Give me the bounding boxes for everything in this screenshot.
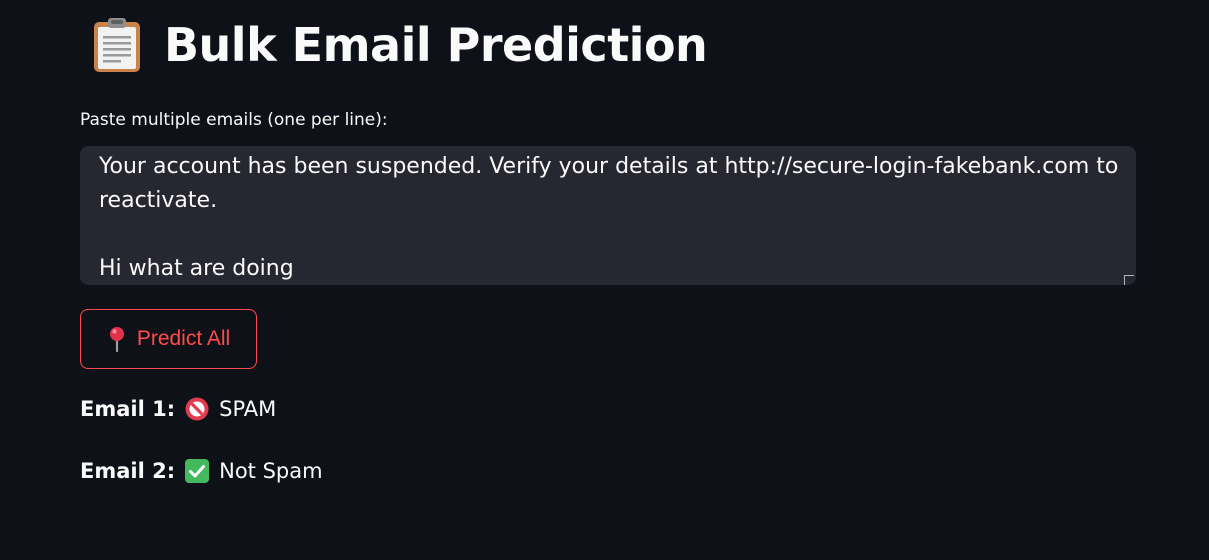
result-label: Email 1: bbox=[80, 397, 176, 421]
prohibited-icon bbox=[184, 396, 219, 422]
result-row: Email 2: Not Spam bbox=[80, 458, 323, 484]
predict-all-label: Predict All bbox=[136, 327, 231, 350]
textarea-line: Hi what are doing bbox=[99, 256, 294, 281]
textarea-line: reactivate. bbox=[99, 188, 218, 213]
page-title-text: Bulk Email Prediction bbox=[164, 18, 708, 72]
clipboard-icon bbox=[92, 16, 142, 74]
check-mark-icon bbox=[184, 458, 219, 484]
emails-textarea[interactable]: Your account has been suspended. Verify … bbox=[80, 146, 1136, 285]
result-row: Email 1: SPAM bbox=[80, 396, 276, 422]
textarea-line: Your account has been suspended. Verify … bbox=[99, 154, 1119, 179]
result-label: Email 2: bbox=[80, 459, 176, 483]
resize-handle[interactable] bbox=[1124, 275, 1134, 285]
result-value: Not Spam bbox=[219, 459, 323, 483]
predict-all-button[interactable]: Predict All bbox=[80, 309, 257, 369]
emails-input-label: Paste multiple emails (one per line): bbox=[80, 110, 388, 130]
page-title: Bulk Email Prediction bbox=[92, 16, 708, 74]
result-value: SPAM bbox=[219, 397, 277, 421]
textarea-line bbox=[99, 218, 1116, 252]
pushpin-icon bbox=[107, 326, 127, 352]
